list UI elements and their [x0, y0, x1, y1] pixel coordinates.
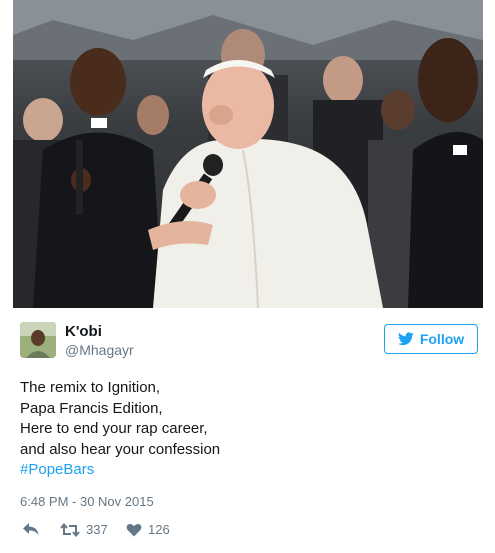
tweet-text: The remix to Ignition, Papa Francis Edit…: [20, 378, 460, 481]
heart-icon: [126, 523, 142, 536]
reply-button[interactable]: [22, 522, 40, 536]
like-count: 126: [148, 522, 170, 537]
tweet-timestamp[interactable]: 6:48 PM - 30 Nov 2015: [20, 494, 154, 509]
tweet-photo[interactable]: [13, 0, 483, 308]
retweet-button[interactable]: 337: [60, 522, 108, 537]
user-handle[interactable]: @Mhagayr: [65, 342, 134, 358]
display-name[interactable]: K'obi: [65, 323, 102, 340]
retweet-count: 337: [86, 522, 108, 537]
tweet-text-line: Here to end your rap career,: [20, 420, 208, 437]
tweet-text-line: The remix to Ignition,: [20, 379, 161, 396]
tweet-text-line: Papa Francis Edition,: [20, 399, 163, 417]
tweet-header: K'obi @Mhagayr Follow: [20, 320, 480, 366]
follow-label: Follow: [419, 331, 465, 347]
tweet-text-line: and also hear your confession: [20, 440, 221, 458]
follow-button[interactable]: Follow: [384, 324, 478, 354]
photo-illustration: [13, 0, 483, 308]
retweet-icon: [60, 522, 80, 537]
hashtag-link[interactable]: #PopeBars: [20, 460, 460, 481]
tweet-actions: 337 126: [22, 522, 322, 542]
twitter-bird-icon: [397, 332, 414, 346]
avatar[interactable]: [20, 322, 56, 358]
like-button[interactable]: 126: [126, 522, 170, 537]
reply-arrow-icon: [23, 523, 39, 535]
